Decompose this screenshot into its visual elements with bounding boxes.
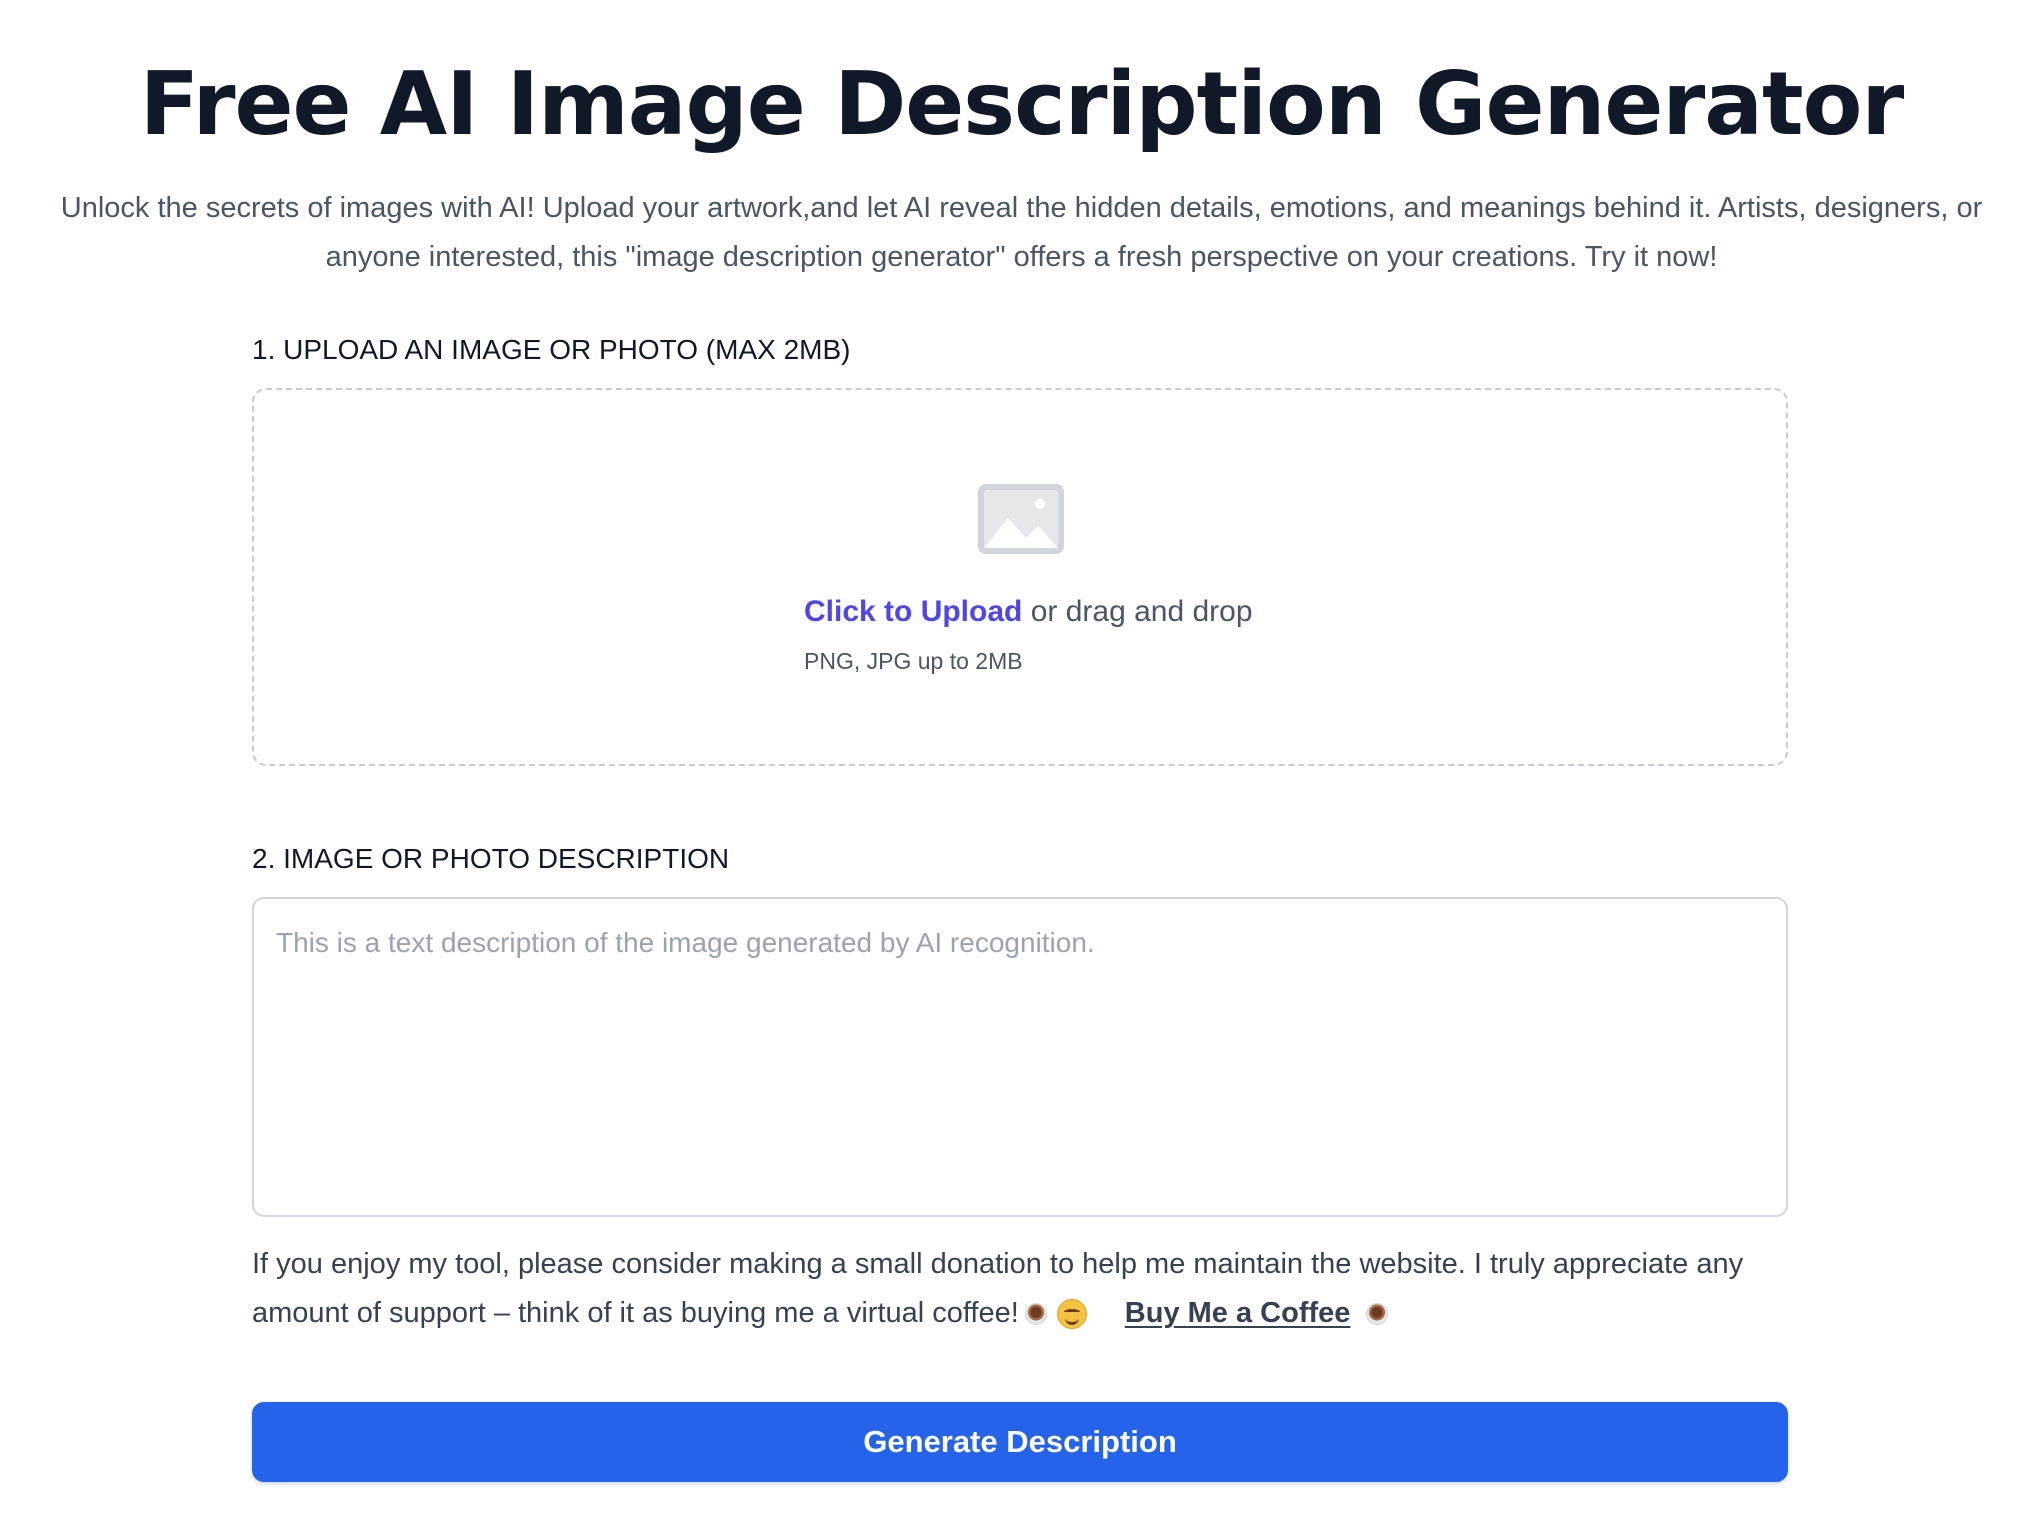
generate-description-button[interactable]: Generate Description xyxy=(252,1402,1788,1482)
image-placeholder-icon xyxy=(978,484,1064,554)
drag-and-drop-text: or drag and drop xyxy=(1022,595,1253,628)
coffee-icon xyxy=(1366,1303,1389,1326)
page-title: Free AI Image Description Generator xyxy=(139,53,1905,155)
buy-me-a-coffee-link[interactable]: Buy Me a Coffee xyxy=(1125,1297,1351,1329)
smile-icon xyxy=(1056,1299,1087,1330)
description-section-label: 2. IMAGE OR PHOTO DESCRIPTION xyxy=(252,843,730,874)
upload-instruction: Click to Upload or drag and drop xyxy=(804,590,1253,634)
click-to-upload-link[interactable]: Click to Upload xyxy=(804,595,1022,628)
donation-message: If you enjoy my tool, please consider ma… xyxy=(252,1240,1812,1338)
description-textarea[interactable] xyxy=(252,897,1788,1217)
donation-text: If you enjoy my tool, please consider ma… xyxy=(252,1248,1744,1329)
upload-file-hint: PNG, JPG up to 2MB xyxy=(804,648,1023,674)
image-upload-dropzone[interactable]: Click to Upload or drag and drop PNG, JP… xyxy=(252,388,1788,766)
coffee-icon xyxy=(1024,1303,1047,1326)
page-subtitle: Unlock the secrets of images with AI! Up… xyxy=(60,192,1983,273)
upload-section-label: 1. UPLOAD AN IMAGE OR PHOTO (MAX 2MB) xyxy=(252,334,851,365)
